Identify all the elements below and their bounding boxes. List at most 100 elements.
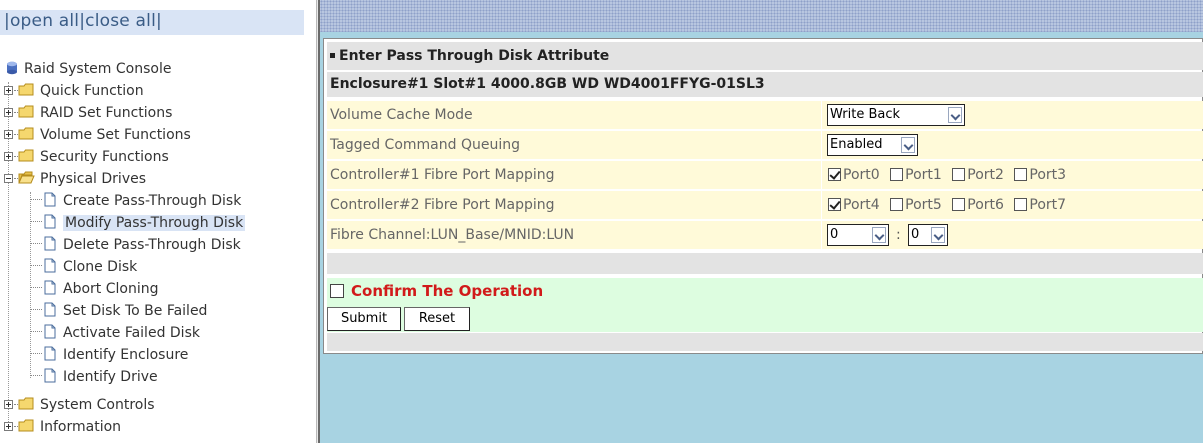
port-option[interactable]: Port4 xyxy=(828,197,880,213)
tree-item-label: Set Disk To Be Failed xyxy=(63,303,208,319)
tree-item-create-pass-through-disk[interactable]: Create Pass-Through Disk xyxy=(30,190,241,212)
expand-plus-icon[interactable] xyxy=(4,108,13,117)
separator: | xyxy=(156,11,162,31)
collapse-minus-icon[interactable] xyxy=(4,174,13,183)
port2-checkbox[interactable] xyxy=(952,168,966,181)
port-option[interactable]: Port6 xyxy=(952,197,1004,213)
folder-quick-function[interactable]: Quick Function xyxy=(4,80,144,102)
port-option[interactable]: Port0 xyxy=(828,167,880,183)
volume-cache-mode-select[interactable]: Write Back xyxy=(827,104,965,126)
port6-checkbox[interactable] xyxy=(952,198,966,211)
document-icon xyxy=(44,324,56,339)
field-label: Fibre Channel:LUN_Base/MNID:LUN xyxy=(327,221,822,249)
tree-item-identify-drive[interactable]: Identify Drive xyxy=(30,366,158,388)
form-title: Enter Pass Through Disk Attribute xyxy=(339,48,610,64)
expand-plus-icon[interactable] xyxy=(4,422,13,431)
folder-label: Information xyxy=(40,419,122,435)
submit-button[interactable]: Submit xyxy=(327,307,401,331)
folder-security-functions[interactable]: Security Functions xyxy=(4,146,169,168)
port1-checkbox[interactable] xyxy=(890,168,904,181)
document-icon xyxy=(44,258,56,273)
lun-separator: : xyxy=(896,227,901,243)
chevron-down-icon[interactable] xyxy=(931,227,945,243)
tree-item-modify-pass-through-disk[interactable]: Modify Pass-Through Disk xyxy=(30,212,246,234)
folder-information[interactable]: Information xyxy=(4,416,121,438)
folder-label: Quick Function xyxy=(40,83,144,99)
port-option[interactable]: Port7 xyxy=(1014,197,1066,213)
folder-icon xyxy=(18,149,34,162)
controller2-port-mapping-row: Controller#2 Fibre Port Mapping Port4 Po… xyxy=(327,191,1203,219)
port0-checkbox[interactable] xyxy=(828,168,841,181)
document-icon xyxy=(44,236,56,251)
close-all-link[interactable]: close all xyxy=(85,11,156,31)
expand-plus-icon[interactable] xyxy=(4,152,13,161)
tree-item-abort-cloning[interactable]: Abort Cloning xyxy=(30,278,158,300)
tree-item-label: Create Pass-Through Disk xyxy=(63,193,242,209)
tree-item-activate-failed-disk[interactable]: Activate Failed Disk xyxy=(30,322,200,344)
tree-item-label: Clone Disk xyxy=(63,259,138,275)
spacer-row xyxy=(327,253,1203,274)
open-all-link[interactable]: open all xyxy=(10,11,79,31)
document-icon xyxy=(44,214,56,229)
port5-checkbox[interactable] xyxy=(890,198,904,211)
tree-item-label: Identify Drive xyxy=(63,369,158,385)
bullet-icon xyxy=(330,53,335,58)
pass-through-form: Enter Pass Through Disk Attribute Enclos… xyxy=(323,38,1203,354)
port-checkbox-group: Port0 Port1 Port2 Port3 xyxy=(828,161,1072,189)
tree-item-label: Delete Pass-Through Disk xyxy=(63,237,241,253)
controller1-port-mapping-row: Controller#1 Fibre Port Mapping Port0 Po… xyxy=(327,161,1203,189)
port-option[interactable]: Port2 xyxy=(952,167,1004,183)
chevron-down-icon[interactable] xyxy=(872,227,886,243)
tree-item-delete-pass-through-disk[interactable]: Delete Pass-Through Disk xyxy=(30,234,241,256)
field-label: Tagged Command Queuing xyxy=(327,131,822,159)
tree-item-label: Identify Enclosure xyxy=(63,347,189,363)
action-row: Submit Reset xyxy=(327,305,1203,332)
tree-item-label: Abort Cloning xyxy=(63,281,159,297)
folder-icon xyxy=(18,105,34,118)
tree-root[interactable]: Raid System Console xyxy=(6,58,171,80)
chevron-down-icon[interactable] xyxy=(901,137,915,153)
folder-physical-drives[interactable]: Physical Drives xyxy=(4,168,146,190)
chevron-down-icon[interactable] xyxy=(948,107,962,123)
field-label: Volume Cache Mode xyxy=(327,101,822,129)
tree-root-label: Raid System Console xyxy=(24,61,172,77)
select-value: Enabled xyxy=(830,137,883,152)
port-option[interactable]: Port5 xyxy=(890,197,942,213)
lun-base-select[interactable]: 0 xyxy=(827,224,889,246)
document-icon xyxy=(44,302,56,317)
folder-label: System Controls xyxy=(40,397,155,413)
folder-label: Physical Drives xyxy=(40,171,147,187)
form-title-row: Enter Pass Through Disk Attribute xyxy=(327,42,1203,70)
tree-item-set-disk-to-be-failed[interactable]: Set Disk To Be Failed xyxy=(30,300,207,322)
disk-info-row: Enclosure#1 Slot#1 4000.8GB WD WD4001FFY… xyxy=(327,72,1203,97)
port-checkbox-group: Port4 Port5 Port6 Port7 xyxy=(828,191,1072,219)
expand-plus-icon[interactable] xyxy=(4,86,13,95)
folder-raid-set-functions[interactable]: RAID Set Functions xyxy=(4,102,172,124)
lun-select[interactable]: 0 xyxy=(908,224,948,246)
port7-checkbox[interactable] xyxy=(1014,198,1028,211)
port4-checkbox[interactable] xyxy=(828,198,841,211)
expand-plus-icon[interactable] xyxy=(4,400,13,409)
tree-item-clone-disk[interactable]: Clone Disk xyxy=(30,256,137,278)
port-option[interactable]: Port1 xyxy=(890,167,942,183)
reset-button[interactable]: Reset xyxy=(404,307,470,331)
port3-checkbox[interactable] xyxy=(1014,168,1028,181)
tree-item-identify-enclosure[interactable]: Identify Enclosure xyxy=(30,344,188,366)
folder-volume-set-functions[interactable]: Volume Set Functions xyxy=(4,124,191,146)
select-value: 0 xyxy=(911,227,920,242)
tagged-command-queuing-select[interactable]: Enabled xyxy=(827,134,918,156)
field-label: Controller#1 Fibre Port Mapping xyxy=(327,161,822,189)
port-option[interactable]: Port3 xyxy=(1014,167,1066,183)
folder-icon xyxy=(18,397,34,410)
folder-label: Security Functions xyxy=(40,149,169,165)
folder-system-controls[interactable]: System Controls xyxy=(4,394,155,416)
document-icon xyxy=(44,192,56,207)
confirm-checkbox[interactable] xyxy=(330,284,344,298)
expand-plus-icon[interactable] xyxy=(4,130,13,139)
folder-label: Volume Set Functions xyxy=(40,127,191,143)
select-value: Write Back xyxy=(830,107,901,122)
navigation-frame: |open all|close all| Raid System Console… xyxy=(0,0,316,443)
tree-item-label-selected: Modify Pass-Through Disk xyxy=(63,215,246,231)
confirm-label[interactable]: Confirm The Operation xyxy=(351,278,543,305)
folder-icon xyxy=(18,127,34,140)
